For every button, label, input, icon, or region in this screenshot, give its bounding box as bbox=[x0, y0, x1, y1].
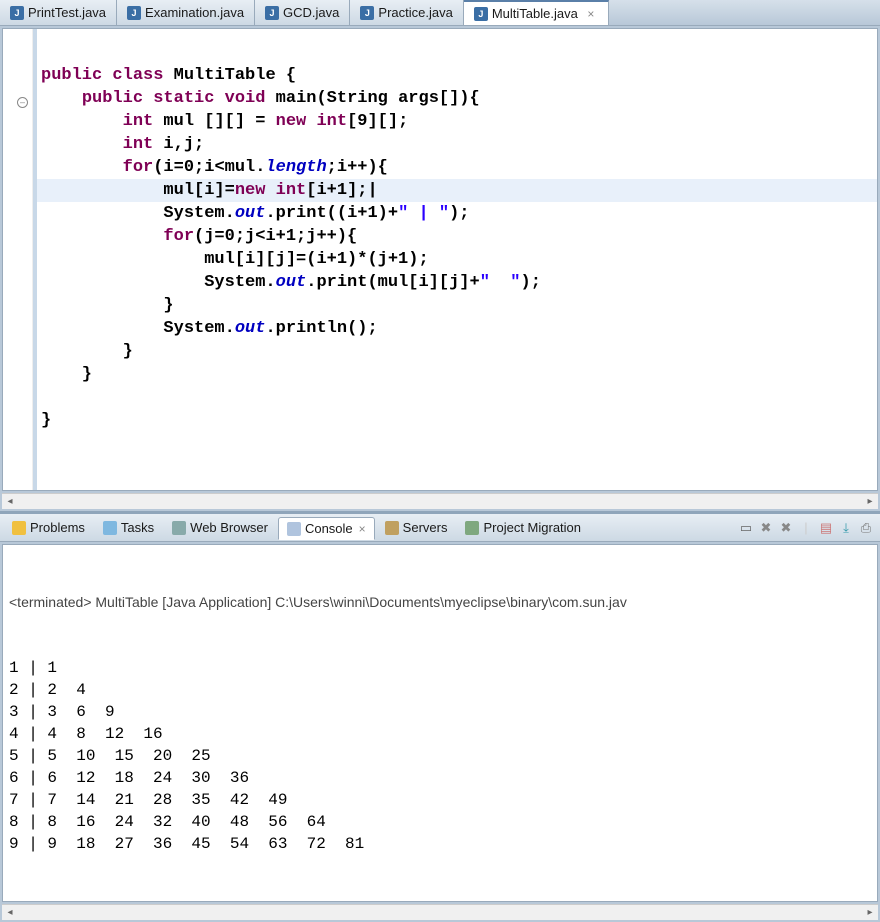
code-line: int i,j; bbox=[41, 133, 877, 156]
editor-tab-label: PrintTest.java bbox=[28, 5, 106, 20]
code-line: System.out.print((i+1)+" | "); bbox=[41, 202, 877, 225]
java-file-icon: J bbox=[265, 6, 279, 20]
scroll-track[interactable] bbox=[18, 496, 862, 508]
code-line: public static void main(String args[]){ bbox=[41, 87, 877, 110]
view-tab-console[interactable]: Console × bbox=[278, 517, 375, 540]
view-tab-label: Console bbox=[305, 521, 353, 536]
problems-icon bbox=[12, 521, 26, 535]
view-tab-web-browser[interactable]: Web Browser bbox=[164, 517, 276, 538]
code-area[interactable]: public class MultiTable { public static … bbox=[33, 29, 877, 490]
web-browser-icon bbox=[172, 521, 186, 535]
code-line: System.out.print(mul[i][j]+" "); bbox=[41, 271, 877, 294]
view-tab-project-migration[interactable]: Project Migration bbox=[457, 517, 589, 538]
code-line: } bbox=[41, 340, 877, 363]
view-tab-label: Servers bbox=[403, 520, 448, 535]
java-file-icon: J bbox=[474, 7, 488, 21]
divider-icon: | bbox=[798, 520, 814, 536]
editor-tab[interactable]: J Practice.java bbox=[350, 0, 463, 25]
code-line: } bbox=[41, 409, 877, 432]
scroll-left-icon[interactable]: ◂ bbox=[2, 907, 18, 918]
editor-tab-label: MultiTable.java bbox=[492, 6, 578, 21]
code-line bbox=[41, 386, 877, 409]
code-line: } bbox=[41, 294, 877, 317]
editor-hscrollbar[interactable]: ◂ ▸ bbox=[2, 493, 878, 509]
code-line bbox=[41, 41, 877, 64]
clear-console-icon[interactable]: ▤ bbox=[818, 520, 834, 536]
console-output: 1 | 1 2 | 2 4 3 | 3 6 9 4 | 4 8 12 16 5 … bbox=[9, 657, 871, 855]
code-line: for(j=0;j<i+1;j++){ bbox=[41, 225, 877, 248]
code-line: public class MultiTable { bbox=[41, 64, 877, 87]
editor-tab[interactable]: J GCD.java bbox=[255, 0, 350, 25]
code-line: System.out.println(); bbox=[41, 317, 877, 340]
servers-icon bbox=[385, 521, 399, 535]
code-line: for(i=0;i<mul.length;i++){ bbox=[41, 156, 877, 179]
view-tab-servers[interactable]: Servers bbox=[377, 517, 456, 538]
editor-tab[interactable]: J Examination.java bbox=[117, 0, 255, 25]
gutter: – bbox=[3, 29, 33, 490]
java-file-icon: J bbox=[360, 6, 374, 20]
console-icon bbox=[287, 522, 301, 536]
view-tab-problems[interactable]: Problems bbox=[4, 517, 93, 538]
scroll-left-icon[interactable]: ◂ bbox=[2, 496, 18, 507]
console-toolbar: ▭ ✖ ✖ | ▤ ⤓ ⎙ bbox=[738, 520, 880, 536]
editor-tab-label: Practice.java bbox=[378, 5, 452, 20]
scroll-right-icon[interactable]: ▸ bbox=[862, 496, 878, 507]
scroll-right-icon[interactable]: ▸ bbox=[862, 907, 878, 918]
view-tab-label: Project Migration bbox=[483, 520, 581, 535]
view-tab-tasks[interactable]: Tasks bbox=[95, 517, 162, 538]
pin-console-icon[interactable]: ⎙ bbox=[858, 520, 874, 536]
tasks-icon bbox=[103, 521, 117, 535]
view-tab-label: Web Browser bbox=[190, 520, 268, 535]
console-body[interactable]: <terminated> MultiTable [Java Applicatio… bbox=[2, 544, 878, 902]
editor-body: – public class MultiTable { public stati… bbox=[2, 28, 878, 491]
project-migration-icon bbox=[465, 521, 479, 535]
remove-all-icon[interactable]: ✖ bbox=[758, 520, 774, 536]
console-hscrollbar[interactable]: ◂ ▸ bbox=[2, 904, 878, 920]
bottom-pane: Problems Tasks Web Browser Console × Servers P… bbox=[0, 511, 880, 922]
editor-tab-label: GCD.java bbox=[283, 5, 339, 20]
editor-tab-label: Examination.java bbox=[145, 5, 244, 20]
editor-tab-bar: J PrintTest.java J Examination.java J GCD.jav… bbox=[0, 0, 880, 26]
code-line: mul[i][j]=(i+1)*(j+1); bbox=[41, 248, 877, 271]
remove-launch-icon[interactable]: ▭ bbox=[738, 520, 754, 536]
remove-all-terminated-icon[interactable]: ✖ bbox=[778, 520, 794, 536]
view-tab-label: Problems bbox=[30, 520, 85, 535]
code-line: } bbox=[41, 363, 877, 386]
editor-tab[interactable]: J MultiTable.java × bbox=[464, 0, 609, 25]
scroll-lock-icon[interactable]: ⤓ bbox=[838, 520, 854, 536]
java-file-icon: J bbox=[10, 6, 24, 20]
close-icon[interactable]: × bbox=[359, 522, 366, 536]
console-process-header: <terminated> MultiTable [Java Applicatio… bbox=[9, 591, 871, 613]
fold-icon[interactable]: – bbox=[17, 97, 28, 108]
editor-pane: J PrintTest.java J Examination.java J GCD.jav… bbox=[0, 0, 880, 511]
java-file-icon: J bbox=[127, 6, 141, 20]
code-line: mul[i]=new int[i+1];| bbox=[41, 179, 877, 202]
code-line: int mul [][] = new int[9][]; bbox=[41, 110, 877, 133]
view-tab-bar: Problems Tasks Web Browser Console × Servers P… bbox=[0, 514, 880, 542]
close-icon[interactable]: × bbox=[584, 7, 598, 21]
view-tab-label: Tasks bbox=[121, 520, 154, 535]
scroll-track[interactable] bbox=[18, 907, 862, 919]
editor-tab[interactable]: J PrintTest.java bbox=[0, 0, 117, 25]
